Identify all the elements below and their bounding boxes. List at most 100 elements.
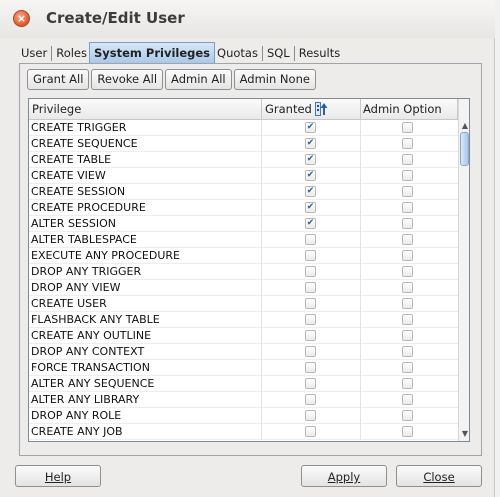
tab-quotas[interactable]: Quotas bbox=[215, 44, 260, 63]
table-row[interactable]: CREATE TABLE ✔ bbox=[29, 152, 458, 168]
table-row[interactable]: CREATE TRIGGER ✔ bbox=[29, 120, 458, 136]
admin-option-checkbox[interactable] bbox=[402, 170, 413, 181]
privilege-name: ALTER SESSION bbox=[31, 217, 116, 230]
tab-roles[interactable]: Roles bbox=[54, 44, 89, 63]
column-header-admin-option[interactable]: Admin Option bbox=[363, 99, 442, 119]
column-header-granted[interactable]: Granted bbox=[265, 99, 312, 119]
granted-checkbox[interactable]: ✔ bbox=[305, 138, 316, 149]
revoke-all-button[interactable]: Revoke All bbox=[91, 69, 164, 90]
cell-divider bbox=[261, 216, 262, 232]
admin-option-checkbox[interactable] bbox=[402, 138, 413, 149]
window-close-icon[interactable]: × bbox=[13, 10, 30, 27]
table-row[interactable]: CREATE SESSION ✔ bbox=[29, 184, 458, 200]
table-row[interactable]: CREATE VIEW ✔ bbox=[29, 168, 458, 184]
granted-checkbox[interactable]: ✔ bbox=[305, 170, 316, 181]
cell-divider bbox=[360, 312, 361, 328]
grant-all-button[interactable]: Grant All bbox=[27, 69, 90, 90]
admin-option-checkbox[interactable] bbox=[402, 266, 413, 277]
cell-divider bbox=[360, 360, 361, 376]
close-button[interactable]: Close bbox=[396, 465, 482, 487]
scroll-down-icon[interactable]: ▼ bbox=[460, 429, 469, 439]
scroll-up-icon[interactable]: ▲ bbox=[460, 121, 469, 131]
cell-divider bbox=[261, 152, 262, 168]
granted-checkbox[interactable] bbox=[305, 426, 316, 437]
table-row[interactable]: ALTER ANY SEQUENCE bbox=[29, 376, 458, 392]
admin-option-checkbox[interactable] bbox=[402, 186, 413, 197]
cell-divider bbox=[261, 120, 262, 136]
granted-checkbox[interactable] bbox=[305, 394, 316, 405]
cell-divider bbox=[360, 248, 361, 264]
table-row[interactable]: CREATE USER bbox=[29, 296, 458, 312]
table-row[interactable]: EXECUTE ANY PROCEDURE bbox=[29, 248, 458, 264]
scroll-thumb[interactable] bbox=[460, 132, 469, 166]
admin-option-checkbox[interactable] bbox=[402, 314, 413, 325]
help-button[interactable]: Help bbox=[15, 465, 101, 487]
granted-checkbox[interactable] bbox=[305, 282, 316, 293]
admin-option-checkbox[interactable] bbox=[402, 330, 413, 341]
title-bar: × Create/Edit User bbox=[0, 0, 495, 38]
column-header-privilege[interactable]: Privilege bbox=[32, 99, 81, 119]
admin-option-checkbox[interactable] bbox=[402, 122, 413, 133]
admin-option-checkbox[interactable] bbox=[402, 346, 413, 357]
granted-checkbox[interactable] bbox=[305, 266, 316, 277]
table-row[interactable]: CREATE ANY OUTLINE bbox=[29, 328, 458, 344]
admin-all-button[interactable]: Admin All bbox=[165, 69, 232, 90]
table-row[interactable]: DROP ANY CONTEXT bbox=[29, 344, 458, 360]
granted-checkbox[interactable] bbox=[305, 234, 316, 245]
granted-checkbox[interactable] bbox=[305, 410, 316, 421]
cell-divider bbox=[261, 136, 262, 152]
privilege-name: FLASHBACK ANY TABLE bbox=[31, 313, 160, 326]
admin-option-checkbox[interactable] bbox=[402, 250, 413, 261]
tab-sql[interactable]: SQL bbox=[265, 44, 292, 63]
tab-results[interactable]: Results bbox=[297, 44, 343, 63]
vertical-scrollbar[interactable]: ▲ ▼ bbox=[458, 99, 469, 441]
granted-checkbox[interactable] bbox=[305, 378, 316, 389]
table-row[interactable]: FORCE TRANSACTION bbox=[29, 360, 458, 376]
granted-checkbox[interactable] bbox=[305, 298, 316, 309]
column-divider[interactable] bbox=[360, 99, 361, 119]
admin-option-checkbox[interactable] bbox=[402, 282, 413, 293]
cell-divider bbox=[360, 216, 361, 232]
sort-icon[interactable] bbox=[315, 102, 328, 116]
admin-none-button[interactable]: Admin None bbox=[233, 69, 316, 90]
admin-option-checkbox[interactable] bbox=[402, 394, 413, 405]
cell-divider bbox=[261, 392, 262, 408]
table-row[interactable]: CREATE PROCEDURE ✔ bbox=[29, 200, 458, 216]
table-row[interactable]: ALTER ANY LIBRARY bbox=[29, 392, 458, 408]
column-divider[interactable] bbox=[261, 99, 262, 119]
admin-option-checkbox[interactable] bbox=[402, 298, 413, 309]
cell-divider bbox=[360, 328, 361, 344]
table-row[interactable]: DROP ANY VIEW bbox=[29, 280, 458, 296]
admin-option-checkbox[interactable] bbox=[402, 202, 413, 213]
tab-system-privileges[interactable]: System Privileges bbox=[89, 42, 216, 63]
admin-option-checkbox[interactable] bbox=[402, 378, 413, 389]
table-row[interactable]: ALTER TABLESPACE bbox=[29, 232, 458, 248]
cell-divider bbox=[261, 296, 262, 312]
granted-checkbox[interactable] bbox=[305, 362, 316, 373]
table-row[interactable]: CREATE SEQUENCE ✔ bbox=[29, 136, 458, 152]
admin-option-checkbox[interactable] bbox=[402, 234, 413, 245]
admin-option-checkbox[interactable] bbox=[402, 218, 413, 229]
privilege-name: CREATE SESSION bbox=[31, 185, 126, 198]
table-row[interactable]: FLASHBACK ANY TABLE bbox=[29, 312, 458, 328]
close-button-label: Close bbox=[423, 470, 455, 484]
apply-button[interactable]: Apply bbox=[301, 465, 387, 487]
granted-checkbox[interactable]: ✔ bbox=[305, 218, 316, 229]
granted-checkbox[interactable] bbox=[305, 346, 316, 357]
table-row[interactable]: ALTER SESSION ✔ bbox=[29, 216, 458, 232]
granted-checkbox[interactable] bbox=[305, 314, 316, 325]
admin-option-checkbox[interactable] bbox=[402, 362, 413, 373]
admin-option-checkbox[interactable] bbox=[402, 426, 413, 437]
admin-option-checkbox[interactable] bbox=[402, 154, 413, 165]
table-row[interactable]: DROP ANY ROLE bbox=[29, 408, 458, 424]
granted-checkbox[interactable] bbox=[305, 250, 316, 261]
granted-checkbox[interactable]: ✔ bbox=[305, 186, 316, 197]
granted-checkbox[interactable]: ✔ bbox=[305, 154, 316, 165]
granted-checkbox[interactable]: ✔ bbox=[305, 122, 316, 133]
table-row[interactable]: DROP ANY TRIGGER bbox=[29, 264, 458, 280]
tab-user[interactable]: User bbox=[19, 44, 49, 63]
granted-checkbox[interactable]: ✔ bbox=[305, 202, 316, 213]
admin-option-checkbox[interactable] bbox=[402, 410, 413, 421]
table-row[interactable]: CREATE ANY JOB bbox=[29, 424, 458, 440]
granted-checkbox[interactable] bbox=[305, 330, 316, 341]
